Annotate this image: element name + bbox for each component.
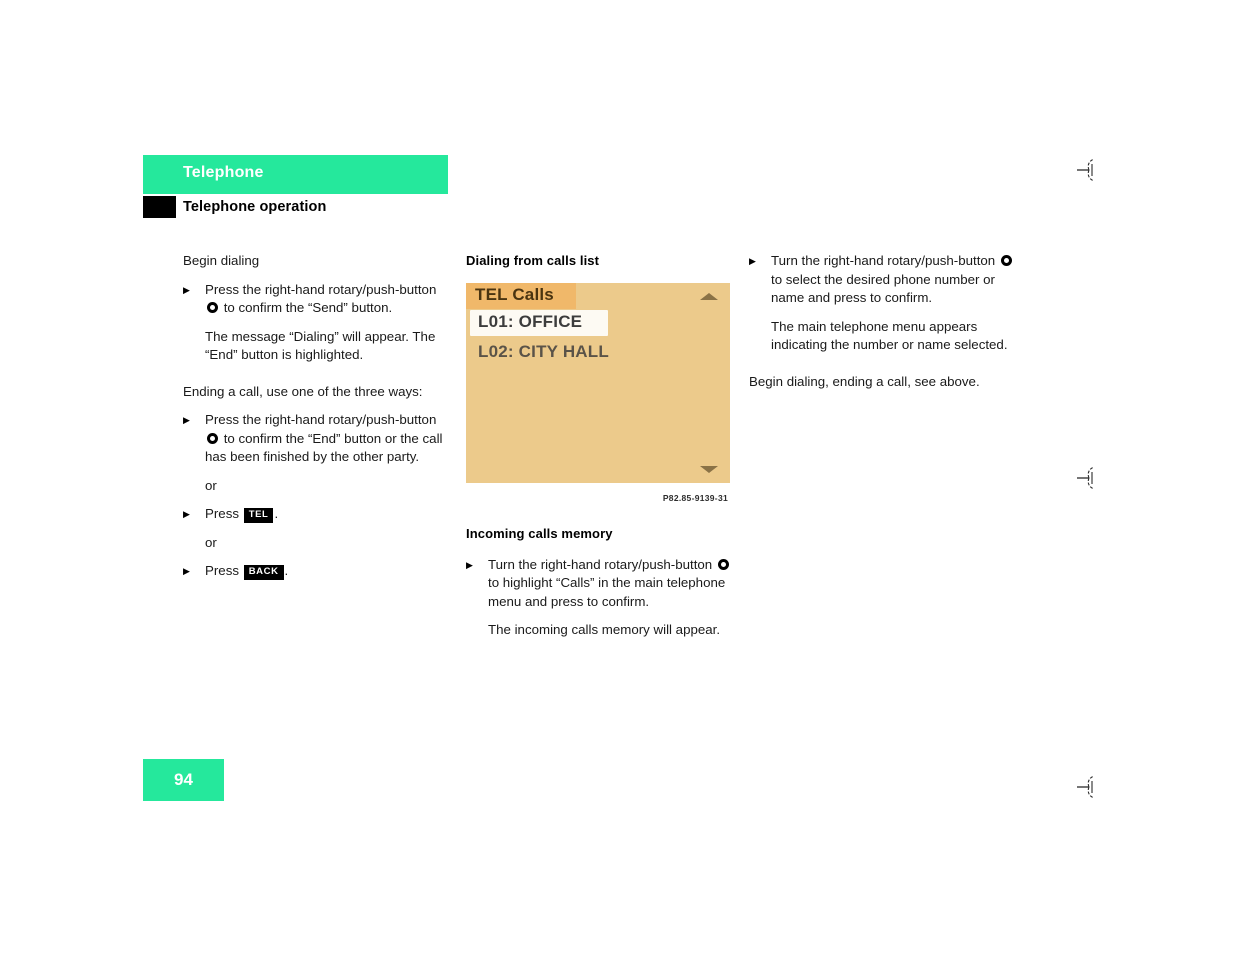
page-number: 94 [174, 770, 193, 789]
note-main-telephone-menu: The main telephone menu appears indicati… [771, 318, 1008, 353]
triangle-bullet-icon: ▶ [749, 256, 756, 266]
step-text-part-a: Press the right-hand rotary/push-button [205, 281, 437, 297]
step-text-prefix: Press [205, 506, 239, 521]
scissors-cut-mark-icon [1076, 465, 1102, 491]
note-incoming-calls-memory: The incoming calls memory will appear. [488, 622, 721, 637]
incoming-calls-memory-heading: Incoming calls memory [466, 526, 613, 541]
figure-caption: P82.85-9139-31 [662, 492, 728, 503]
triangle-bullet-icon: ▶ [466, 559, 473, 570]
step-press-back-key: ▶ Press BACK. [183, 562, 451, 581]
note-dialing-message: The message “Dialing” will appear. The “… [205, 328, 436, 363]
step-text: Press BACK. [205, 562, 451, 581]
triangle-bullet-icon: ▶ [183, 566, 190, 576]
step-text-part-a: Turn the right-hand rotary/push-button [771, 253, 996, 268]
tel-key-badge: TEL [243, 508, 274, 523]
display-title-label: TEL Calls [475, 284, 554, 304]
rotary-push-button-icon [717, 558, 729, 570]
dialing-from-calls-list-heading: Dialing from calls list [466, 253, 600, 268]
middle-column: Dialing from calls list TEL Calls L01: O… [466, 252, 734, 650]
section-title: Telephone operation [183, 199, 327, 215]
display-list-item-1: L01: OFFICE [478, 311, 583, 331]
triangle-bullet-icon: ▶ [183, 509, 190, 519]
step-text: Turn the right-hand rotary/push-button t… [771, 252, 1017, 308]
scissors-cut-mark-icon [1076, 774, 1102, 800]
calls-list-figure: TEL Calls L01: OFFICE L02: CITY HALL P82… [466, 282, 730, 508]
step-text-part-a: Turn the right-hand rotary/push-button [488, 556, 713, 572]
display-list-item-2: L02: CITY HALL [478, 341, 609, 361]
rotary-push-button-icon [207, 302, 218, 313]
chapter-title: Telephone [183, 164, 264, 181]
closing-reference-text: Begin dialing, ending a call, see above. [749, 373, 980, 389]
rotary-push-button-icon [207, 432, 218, 444]
chapter-header-band: Telephone [143, 155, 448, 194]
begin-dialing-heading: Begin dialing [183, 253, 260, 268]
ending-call-intro: Ending a call, use one of the three ways… [183, 383, 423, 399]
step-text-suffix: . [274, 506, 279, 521]
right-column: ▶ Turn the right-hand rotary/push-button… [749, 252, 1017, 401]
step-press-tel-key: ▶ Press TEL. [183, 505, 451, 524]
head-unit-display: TEL Calls L01: OFFICE L02: CITY HALL [466, 282, 730, 483]
page-number-box: 94 [143, 759, 224, 801]
step-text: Press the right-hand rotary/push-button … [205, 411, 451, 467]
section-marker-block [143, 196, 176, 218]
step-text-part-b: to confirm the “Send” button. [223, 300, 393, 315]
step-text-suffix: . [284, 563, 289, 578]
step-highlight-calls: ▶ Turn the right-hand rotary/push-button… [466, 556, 734, 612]
step-text: Turn the right-hand rotary/push-button t… [488, 556, 734, 612]
step-text-part-b: to select the desired phone number or na… [771, 271, 995, 306]
scissors-cut-mark-icon [1076, 157, 1102, 183]
or-separator-2: or [205, 534, 217, 550]
triangle-bullet-icon: ▶ [183, 415, 190, 425]
rotary-push-button-icon [1000, 255, 1012, 266]
step-text-part-a: Press the right-hand rotary/push-button [205, 412, 437, 427]
step-select-phone-number: ▶ Turn the right-hand rotary/push-button… [749, 252, 1017, 308]
step-text-part-b: to confirm the “End” button or the call … [205, 430, 443, 465]
left-column: Begin dialing ▶ Press the right-hand rot… [183, 252, 451, 591]
triangle-up-icon [700, 292, 718, 300]
back-key-badge: BACK [243, 565, 284, 580]
or-separator-1: or [205, 477, 217, 493]
step-press-send: ▶ Press the right-hand rotary/push-butto… [183, 281, 451, 318]
triangle-down-icon [700, 465, 718, 473]
step-text-prefix: Press [205, 563, 239, 578]
step-text: Press TEL. [205, 505, 451, 524]
step-text-part-b: to highlight “Calls” in the main telepho… [488, 575, 726, 609]
step-press-end: ▶ Press the right-hand rotary/push-butto… [183, 411, 451, 467]
step-text: Press the right-hand rotary/push-button … [205, 281, 451, 318]
triangle-bullet-icon: ▶ [183, 284, 190, 295]
